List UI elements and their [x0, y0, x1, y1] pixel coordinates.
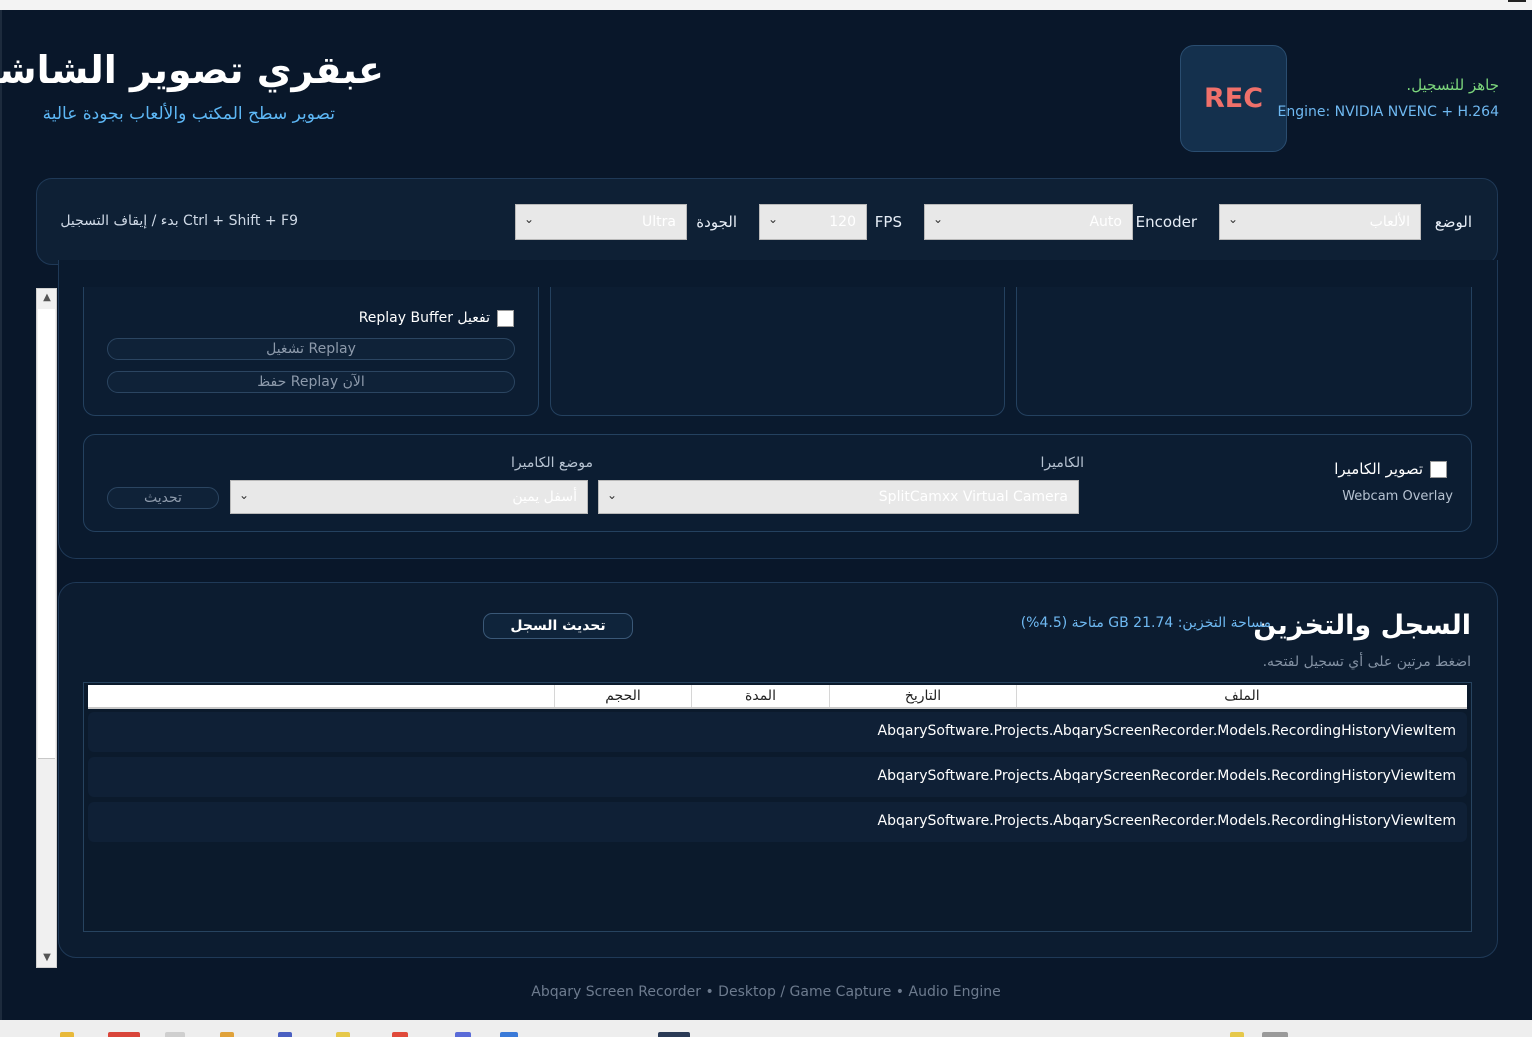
taskbar-app-icon[interactable] [336, 1032, 350, 1037]
chevron-down-icon: ⌄ [524, 212, 535, 226]
chevron-down-icon: ⌄ [607, 488, 618, 502]
window-top-strip [0, 0, 1532, 10]
scroll-up-icon[interactable]: ▲ [39, 289, 55, 307]
camera-refresh-button[interactable]: تحديث [107, 487, 219, 509]
encoder-label: Encoder [1135, 213, 1197, 231]
quality-label: الجودة [696, 213, 737, 231]
camera-position-label: موضع الكاميرا [510, 455, 593, 471]
encoder-select[interactable]: Auto ⌄ [924, 204, 1133, 240]
taskbar-app-icon[interactable] [455, 1032, 471, 1037]
run-replay-button[interactable]: تشغيل Replay [107, 338, 515, 360]
replay-buffer-label: تفعيل Replay Buffer [358, 310, 490, 326]
mode-value: الألعاب [1369, 214, 1410, 230]
fps-select[interactable]: 120 ⌄ [759, 204, 867, 240]
chevron-down-icon: ⌄ [1228, 212, 1239, 226]
history-hint: اضغط مرتين على أي تسجيل لفتحه. [1262, 654, 1471, 670]
camera-capture-label: تصوير الكاميرا [1334, 460, 1423, 478]
settings-panel-right [1016, 287, 1472, 416]
settings-panel-middle [550, 287, 1005, 416]
quality-value: Ultra [642, 214, 676, 230]
camera-position-value: أسفل يمين [512, 489, 577, 505]
scrollbar-thumb[interactable] [38, 309, 55, 759]
save-replay-button[interactable]: حفظ Replay الآن [107, 371, 515, 393]
status-text: جاهز للتسجيل. [1406, 76, 1499, 94]
column-header-size[interactable]: الحجم [554, 685, 691, 707]
camera-capture-checkbox[interactable] [1430, 461, 1447, 478]
column-header-duration[interactable]: المدة [691, 685, 829, 707]
engine-text: Engine: NVIDIA NVENC + H.264 [1277, 104, 1500, 120]
taskbar-app-icon[interactable] [392, 1032, 408, 1037]
chevron-down-icon: ⌄ [933, 212, 944, 226]
table-row[interactable]: AbqarySoftware.Projects.AbqaryScreenReco… [88, 802, 1467, 842]
footer-text: Abqary Screen Recorder • Desktop / Game … [531, 984, 1001, 1000]
chevron-down-icon: ⌄ [768, 212, 779, 226]
table-row[interactable]: AbqarySoftware.Projects.AbqaryScreenReco… [88, 712, 1467, 752]
storage-info: مساحة التخزين: 21.74 GB متاحة (4.5%) [1020, 615, 1271, 631]
taskbar-app-icon[interactable] [278, 1032, 292, 1037]
mode-label: الوضع [1434, 213, 1472, 231]
camera-position-select[interactable]: أسفل يمين ⌄ [230, 480, 588, 514]
column-header-file[interactable]: الملف [1016, 685, 1467, 707]
taskbar [0, 1020, 1532, 1037]
app-title: عبقري تصوير الشاشة [0, 48, 384, 92]
camera-value: SplitCamxx Virtual Camera [878, 489, 1068, 505]
encoder-value: Auto [1089, 214, 1122, 230]
camera-select[interactable]: SplitCamxx Virtual Camera ⌄ [598, 480, 1079, 514]
replay-buffer-checkbox[interactable] [497, 310, 514, 327]
window-border [0, 10, 2, 1020]
fps-value: 120 [829, 214, 856, 230]
history-table-header: الملف التاريخ المدة الحجم [88, 685, 1467, 709]
table-row[interactable]: AbqarySoftware.Projects.AbqaryScreenReco… [88, 757, 1467, 797]
taskbar-app-icon[interactable] [108, 1032, 140, 1037]
app-subtitle: تصوير سطح المكتب والألعاب بجودة عالية [42, 104, 335, 124]
window-close-icon[interactable] [1508, 0, 1526, 2]
hotkey-hint: Ctrl + Shift + F9 بدء / إيقاف التسجيل [60, 213, 298, 229]
vertical-scrollbar[interactable]: ▲ ▼ [36, 288, 57, 968]
file-cell: AbqarySoftware.Projects.AbqaryScreenReco… [877, 813, 1456, 829]
taskbar-app-icon[interactable] [220, 1032, 234, 1037]
taskbar-app-icon[interactable] [165, 1032, 185, 1037]
taskbar-tray-icon[interactable] [1262, 1032, 1288, 1037]
camera-label: الكاميرا [1040, 455, 1085, 471]
taskbar-tray-icon[interactable] [1230, 1032, 1244, 1037]
scroll-down-icon[interactable]: ▼ [39, 949, 55, 967]
quality-select[interactable]: Ultra ⌄ [515, 204, 687, 240]
taskbar-app-icon[interactable] [658, 1032, 690, 1037]
file-cell: AbqarySoftware.Projects.AbqaryScreenReco… [877, 723, 1456, 739]
column-header-date[interactable]: التاريخ [829, 685, 1016, 707]
webcam-overlay-caption: Webcam Overlay [1342, 489, 1453, 504]
taskbar-app-icon[interactable] [60, 1032, 74, 1037]
mode-select[interactable]: الألعاب ⌄ [1219, 204, 1421, 240]
refresh-history-button[interactable]: تحديث السجل [483, 613, 633, 639]
chevron-down-icon: ⌄ [239, 488, 250, 502]
history-title: السجل والتخزين [1253, 610, 1471, 641]
file-cell: AbqarySoftware.Projects.AbqaryScreenReco… [877, 768, 1456, 784]
fps-label: FPS [874, 213, 902, 231]
record-button[interactable]: REC [1180, 45, 1287, 152]
taskbar-app-icon[interactable] [500, 1032, 518, 1037]
